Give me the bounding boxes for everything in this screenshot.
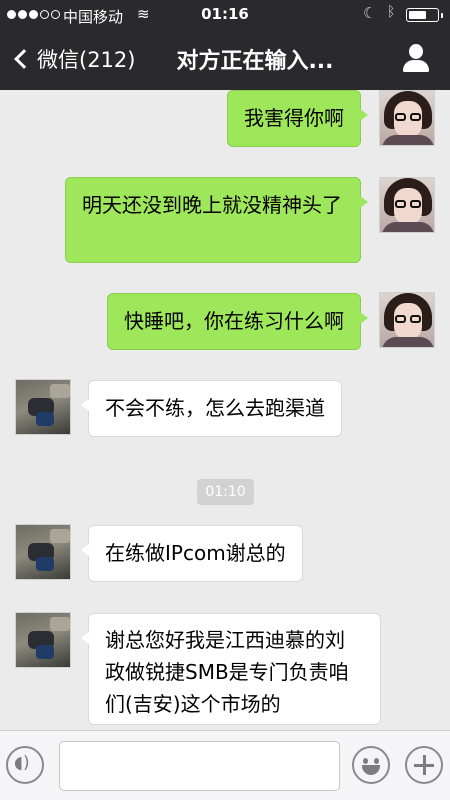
message-text: 不会不练，怎么去跑渠道	[105, 396, 325, 420]
message-input[interactable]	[59, 741, 340, 791]
avatar[interactable]	[379, 292, 435, 348]
received-message[interactable]: 不会不练，怎么去跑渠道	[81, 380, 342, 437]
avatar[interactable]	[379, 90, 435, 146]
status-time: 01:16	[201, 5, 249, 23]
message-text: 快睡吧，你在练习什么啊	[124, 309, 344, 333]
voice-button[interactable]: ◖)	[6, 746, 44, 784]
avatar[interactable]	[15, 379, 71, 435]
moon-icon: ☾	[363, 4, 377, 22]
top-bar: 中国移动 ≋ 01:16 ☾ ᛒ 微信(212) 对方正在输入...	[0, 0, 450, 90]
back-chevron-icon	[14, 49, 34, 69]
avatar[interactable]	[379, 177, 435, 233]
message-text: 谢总您好我是江西迪慕的刘政做锐捷SMB是专门负责咱们(吉安)这个市场的	[105, 628, 349, 716]
battery-icon	[406, 8, 443, 22]
received-message[interactable]: 谢总您好我是江西迪慕的刘政做锐捷SMB是专门负责咱们(吉安)这个市场的	[81, 613, 381, 725]
message-text: 我害得你啊	[244, 106, 344, 130]
avatar[interactable]	[15, 524, 71, 580]
sent-message[interactable]: 明天还没到晚上就没精神头了	[65, 177, 368, 263]
plus-button[interactable]	[405, 746, 443, 784]
input-bar: ◖)	[0, 730, 450, 800]
status-bar: 中国移动 ≋ 01:16 ☾ ᛒ	[0, 0, 450, 30]
person-icon[interactable]	[402, 44, 430, 74]
time-separator: 01:10	[197, 479, 254, 505]
emoji-button[interactable]	[352, 746, 390, 784]
message-text: 在练做IPcom谢总的	[105, 541, 286, 565]
sent-message[interactable]: 我害得你啊	[227, 90, 368, 147]
sent-message[interactable]: 快睡吧，你在练习什么啊	[107, 293, 368, 350]
received-message[interactable]: 在练做IPcom谢总的	[81, 525, 303, 582]
bluetooth-icon: ᛒ	[387, 4, 396, 20]
message-text: 明天还没到晚上就没精神头了	[82, 193, 342, 217]
chat-title: 对方正在输入...	[176, 49, 334, 74]
avatar[interactable]	[15, 612, 71, 668]
voice-icon: ◖)	[14, 753, 30, 773]
